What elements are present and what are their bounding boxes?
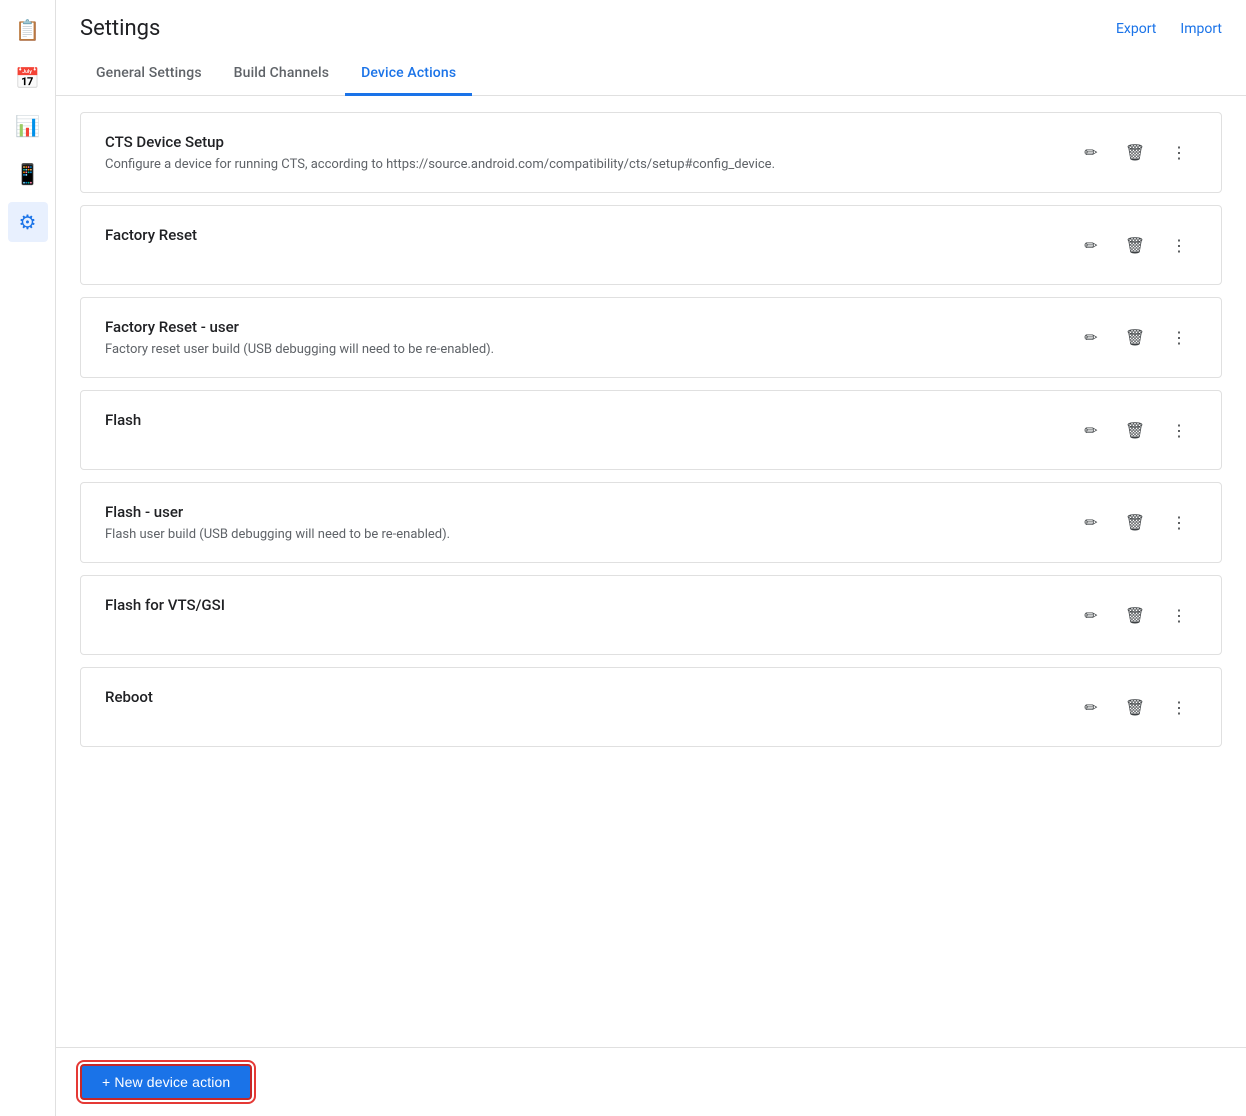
- action-controls-cts: ✏ 🗑 ⋮: [1073, 133, 1197, 171]
- tabs: General Settings Build Channels Device A…: [56, 53, 1246, 96]
- action-controls-flash-user: ✏ 🗑 ⋮: [1073, 503, 1197, 541]
- sidebar-item-device[interactable]: 📱: [8, 154, 48, 194]
- trash-icon: 🗑: [1125, 421, 1145, 441]
- pencil-icon: ✏: [1084, 698, 1097, 718]
- action-desc-flash-user: Flash user build (USB debugging will nee…: [105, 527, 1073, 542]
- settings-icon: ⚙: [19, 210, 37, 234]
- more-button-reboot[interactable]: ⋮: [1161, 690, 1197, 726]
- more-icon: ⋮: [1171, 421, 1187, 441]
- action-info-flash: Flash: [105, 411, 1073, 435]
- action-title-flash: Flash: [105, 411, 1073, 429]
- import-link[interactable]: Import: [1180, 21, 1222, 37]
- action-card-flash: Flash ✏ 🗑 ⋮: [80, 390, 1222, 470]
- action-controls-factory-reset-user: ✏ 🗑 ⋮: [1073, 318, 1197, 356]
- action-controls-reboot: ✏ 🗑 ⋮: [1073, 688, 1197, 726]
- action-controls-flash: ✏ 🗑 ⋮: [1073, 411, 1197, 449]
- new-device-action-button[interactable]: + New device action: [80, 1064, 252, 1100]
- action-controls-factory-reset: ✏ 🗑 ⋮: [1073, 226, 1197, 264]
- header-actions: Export Import: [1116, 21, 1222, 37]
- action-controls-flash-vts-gsi: ✏ 🗑 ⋮: [1073, 596, 1197, 634]
- trash-icon: 🗑: [1125, 513, 1145, 533]
- action-title-flash-vts-gsi: Flash for VTS/GSI: [105, 596, 1073, 614]
- trash-icon: 🗑: [1125, 328, 1145, 348]
- tab-general-settings[interactable]: General Settings: [80, 53, 218, 96]
- page-title: Settings: [80, 16, 160, 41]
- delete-button-cts[interactable]: 🗑: [1117, 135, 1153, 171]
- more-icon: ⋮: [1171, 328, 1187, 348]
- main-content: Settings Export Import General Settings …: [56, 0, 1246, 1116]
- pencil-icon: ✏: [1084, 328, 1097, 348]
- more-button-cts[interactable]: ⋮: [1161, 135, 1197, 171]
- sidebar-item-clipboard[interactable]: 📋: [8, 10, 48, 50]
- calendar-icon: 📅: [15, 66, 40, 90]
- more-button-flash-vts-gsi[interactable]: ⋮: [1161, 598, 1197, 634]
- action-info-cts: CTS Device Setup Configure a device for …: [105, 133, 1073, 172]
- delete-button-flash[interactable]: 🗑: [1117, 413, 1153, 449]
- edit-button-reboot[interactable]: ✏: [1073, 690, 1109, 726]
- action-info-flash-vts-gsi: Flash for VTS/GSI: [105, 596, 1073, 620]
- action-title-factory-reset: Factory Reset: [105, 226, 1073, 244]
- action-info-factory-reset-user: Factory Reset - user Factory reset user …: [105, 318, 1073, 357]
- action-title-cts: CTS Device Setup: [105, 133, 1073, 151]
- more-button-flash-user[interactable]: ⋮: [1161, 505, 1197, 541]
- more-icon: ⋮: [1171, 236, 1187, 256]
- content-area: CTS Device Setup Configure a device for …: [56, 96, 1246, 1047]
- pencil-icon: ✏: [1084, 143, 1097, 163]
- more-button-factory-reset[interactable]: ⋮: [1161, 228, 1197, 264]
- edit-button-cts[interactable]: ✏: [1073, 135, 1109, 171]
- chart-icon: 📊: [15, 114, 40, 138]
- edit-button-factory-reset[interactable]: ✏: [1073, 228, 1109, 264]
- delete-button-reboot[interactable]: 🗑: [1117, 690, 1153, 726]
- more-icon: ⋮: [1171, 698, 1187, 718]
- trash-icon: 🗑: [1125, 698, 1145, 718]
- action-desc-factory-reset-user: Factory reset user build (USB debugging …: [105, 342, 1073, 357]
- delete-button-factory-reset[interactable]: 🗑: [1117, 228, 1153, 264]
- more-button-factory-reset-user[interactable]: ⋮: [1161, 320, 1197, 356]
- delete-button-flash-vts-gsi[interactable]: 🗑: [1117, 598, 1153, 634]
- sidebar-item-chart[interactable]: 📊: [8, 106, 48, 146]
- pencil-icon: ✏: [1084, 606, 1097, 626]
- action-info-flash-user: Flash - user Flash user build (USB debug…: [105, 503, 1073, 542]
- tab-build-channels[interactable]: Build Channels: [218, 53, 345, 96]
- bottom-bar: + New device action: [56, 1047, 1246, 1116]
- edit-button-flash[interactable]: ✏: [1073, 413, 1109, 449]
- action-card-factory-reset-user: Factory Reset - user Factory reset user …: [80, 297, 1222, 378]
- device-icon: 📱: [15, 162, 40, 186]
- trash-icon: 🗑: [1125, 143, 1145, 163]
- action-card-flash-user: Flash - user Flash user build (USB debug…: [80, 482, 1222, 563]
- pencil-icon: ✏: [1084, 421, 1097, 441]
- sidebar-item-settings[interactable]: ⚙: [8, 202, 48, 242]
- trash-icon: 🗑: [1125, 606, 1145, 626]
- pencil-icon: ✏: [1084, 513, 1097, 533]
- tab-device-actions[interactable]: Device Actions: [345, 53, 472, 96]
- action-title-factory-reset-user: Factory Reset - user: [105, 318, 1073, 336]
- more-icon: ⋮: [1171, 606, 1187, 626]
- clipboard-icon: 📋: [15, 18, 40, 42]
- trash-icon: 🗑: [1125, 236, 1145, 256]
- delete-button-flash-user[interactable]: 🗑: [1117, 505, 1153, 541]
- action-desc-cts: Configure a device for running CTS, acco…: [105, 157, 1073, 172]
- action-info-reboot: Reboot: [105, 688, 1073, 712]
- delete-button-factory-reset-user[interactable]: 🗑: [1117, 320, 1153, 356]
- action-card-factory-reset: Factory Reset ✏ 🗑 ⋮: [80, 205, 1222, 285]
- export-link[interactable]: Export: [1116, 21, 1156, 37]
- edit-button-factory-reset-user[interactable]: ✏: [1073, 320, 1109, 356]
- sidebar-item-calendar[interactable]: 📅: [8, 58, 48, 98]
- more-icon: ⋮: [1171, 513, 1187, 533]
- edit-button-flash-user[interactable]: ✏: [1073, 505, 1109, 541]
- edit-button-flash-vts-gsi[interactable]: ✏: [1073, 598, 1109, 634]
- action-info-factory-reset: Factory Reset: [105, 226, 1073, 250]
- more-button-flash[interactable]: ⋮: [1161, 413, 1197, 449]
- action-title-flash-user: Flash - user: [105, 503, 1073, 521]
- pencil-icon: ✏: [1084, 236, 1097, 256]
- action-card-reboot: Reboot ✏ 🗑 ⋮: [80, 667, 1222, 747]
- sidebar: 📋 📅 📊 📱 ⚙: [0, 0, 56, 1116]
- action-card-cts-device-setup: CTS Device Setup Configure a device for …: [80, 112, 1222, 193]
- header: Settings Export Import: [56, 0, 1246, 41]
- action-card-flash-vts-gsi: Flash for VTS/GSI ✏ 🗑 ⋮: [80, 575, 1222, 655]
- more-icon: ⋮: [1171, 143, 1187, 163]
- action-title-reboot: Reboot: [105, 688, 1073, 706]
